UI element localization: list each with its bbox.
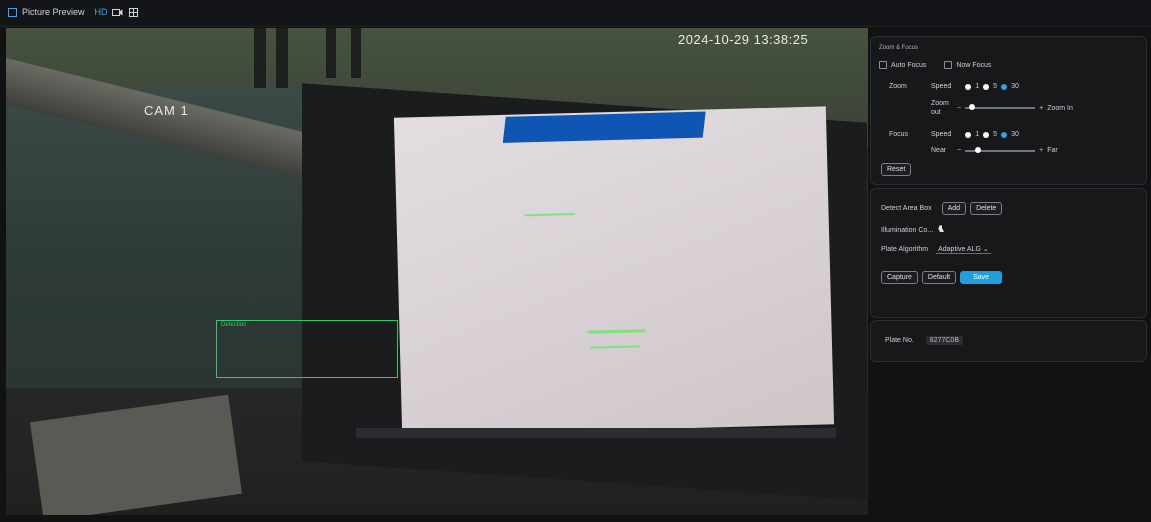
chevron-down-icon: ⌄: [982, 246, 989, 253]
focus-speed-radio-1[interactable]: [965, 131, 972, 138]
capture-button[interactable]: Capture: [881, 271, 918, 284]
zoom-speed-opt-30: 30: [1011, 83, 1019, 90]
plate-algorithm-select[interactable]: Adaptive ALG ⌄: [936, 245, 991, 254]
detect-panel: Detect Area Box Add Delete Illumination …: [870, 188, 1147, 318]
auto-focus-checkbox[interactable]: [879, 61, 887, 69]
focus-speed-opt-1: 1: [975, 131, 980, 138]
zoom-speed-radio-5[interactable]: [983, 83, 990, 90]
scene-pillar: [326, 28, 336, 78]
now-focus-label: Now Focus: [956, 61, 992, 69]
zoom-in-label: Zoom In: [1047, 104, 1073, 112]
zoom-label: Zoom: [889, 83, 907, 90]
add-area-button[interactable]: Add: [941, 202, 967, 215]
detect-area-box-label: Detect Area Box: [881, 205, 932, 212]
focus-slider-knob[interactable]: [975, 146, 982, 153]
scene-screen: [393, 106, 835, 436]
zoom-slider-knob[interactable]: [969, 104, 976, 110]
zoom-speed-opt-5: 5: [993, 83, 998, 90]
near-label: Near: [931, 147, 947, 154]
zoom-speed-opt-1: 1: [975, 83, 980, 90]
zoom-focus-panel: Zoom & Focus Auto Focus Now Focus Zoom S…: [870, 36, 1147, 185]
hd-toggle[interactable]: HD: [95, 7, 108, 17]
top-bar: Picture Preview HD: [0, 0, 1151, 27]
illumination-label: Illumination Co...: [881, 226, 934, 234]
default-button[interactable]: Default: [921, 271, 957, 284]
auto-focus-label: Auto Focus: [891, 61, 927, 69]
far-label: Far: [1047, 147, 1058, 154]
zoom-plus-icon[interactable]: +: [1039, 105, 1043, 112]
flashlight-icon[interactable]: [937, 225, 945, 235]
delete-area-button[interactable]: Delete: [970, 202, 1003, 215]
zoom-speed-radio-30[interactable]: [1001, 83, 1008, 90]
zoom-speed-radio-1[interactable]: [965, 83, 972, 90]
focus-speed-radio-30[interactable]: [1001, 131, 1008, 138]
reset-button[interactable]: Reset: [881, 163, 912, 176]
scene-pillar: [351, 28, 361, 78]
camera-label: CAM 1: [144, 103, 189, 118]
plate-algorithm-value: Adaptive ALG: [938, 246, 981, 253]
video-preview[interactable]: CAM 1 2024-10-29 13:38:25 Detection: [6, 28, 868, 515]
scene-taskbar: [356, 428, 836, 438]
plate-no-value: 8277C0B: [925, 336, 963, 345]
now-focus-checkbox[interactable]: [944, 61, 953, 69]
window-title: Picture Preview: [22, 7, 85, 17]
focus-label: Focus: [889, 131, 909, 138]
plate-panel: Plate No. 8277C0B: [870, 320, 1147, 362]
detect-area-box[interactable]: Detection: [216, 320, 398, 378]
focus-speed-opt-5: 5: [993, 131, 998, 138]
zoom-focus-title: Zoom & Focus: [879, 45, 919, 51]
zoom-minus-icon[interactable]: −: [957, 105, 961, 112]
preview-icon: [6, 7, 18, 17]
grid-icon[interactable]: [128, 7, 140, 17]
focus-speed-label: Speed: [931, 131, 952, 138]
zoom-out-label: Zoom out: [931, 100, 949, 116]
zoom-slider[interactable]: [965, 104, 1036, 110]
zoom-speed-label: Speed: [931, 83, 952, 90]
detect-area-label: Detection: [221, 322, 247, 328]
focus-slider[interactable]: [965, 146, 1036, 153]
plate-no-label: Plate No.: [885, 337, 914, 344]
plate-algorithm-label: Plate Algorithm: [881, 246, 929, 253]
video-timestamp: 2024-10-29 13:38:25: [678, 32, 809, 47]
save-button[interactable]: Save: [960, 271, 1003, 284]
focus-plus-icon[interactable]: +: [1039, 147, 1043, 154]
focus-speed-radio-5[interactable]: [983, 131, 990, 138]
camera-icon[interactable]: [112, 7, 124, 17]
focus-speed-opt-30: 30: [1011, 131, 1019, 138]
focus-minus-icon[interactable]: −: [957, 147, 961, 154]
